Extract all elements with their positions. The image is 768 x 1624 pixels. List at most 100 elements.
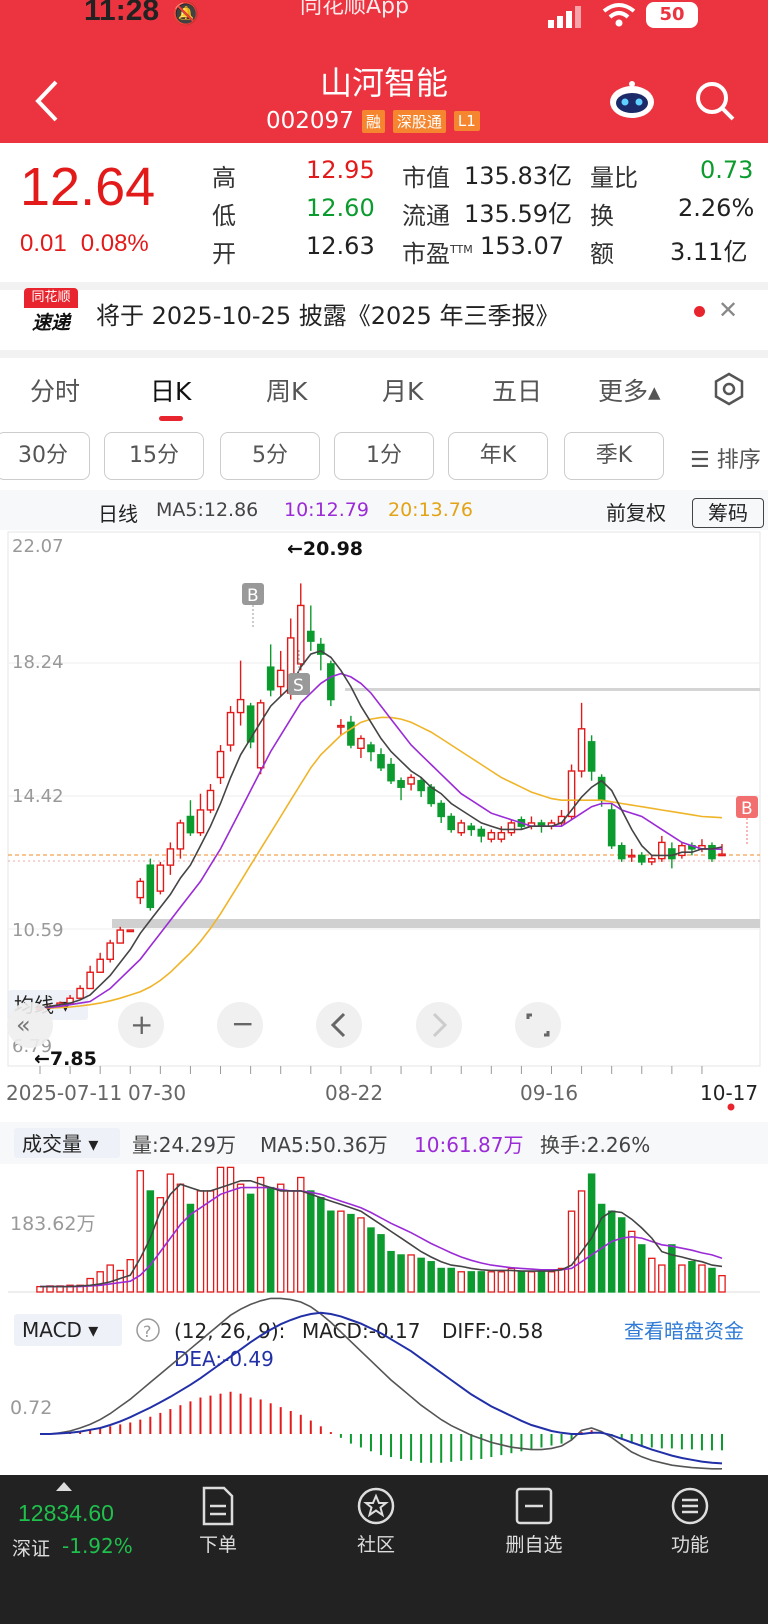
volume-bar-down [367,1227,375,1293]
volume-bar-up [106,1264,114,1293]
macd-selector[interactable]: MACD ▾ [22,1318,98,1342]
period-quarter-k[interactable]: 季K [564,432,664,480]
next-button[interactable] [416,1002,462,1048]
candle-down [186,815,195,834]
settings-hexagon-icon[interactable] [712,372,746,406]
pe-label-text: 市盈 [402,240,450,268]
tab-monthly-k[interactable]: 月K [382,372,423,408]
index-value[interactable]: 12834.60 [18,1500,114,1527]
robot-assistant-icon[interactable] [608,80,656,120]
prev-button[interactable] [316,1002,362,1048]
period-year-k[interactable]: 年K [448,432,548,480]
volume-bar-down [397,1254,405,1293]
active-tab-indicator [159,416,183,421]
volume-selector[interactable]: 成交量 ▾ [22,1132,98,1156]
candle-down [467,825,476,831]
float-value: 135.59亿 [464,200,572,228]
candle-up [658,841,666,860]
period-30min[interactable]: 30分 [0,432,90,480]
support-band [112,919,760,928]
volume-bar-down [327,1210,335,1293]
nav-functions[interactable]: 功能 [645,1530,735,1557]
volume-bar-up [236,1183,245,1293]
community-icon[interactable] [356,1486,396,1526]
volume-bar-up [567,1210,576,1293]
tab-daily-k[interactable]: 日K [150,372,191,408]
volume-bar-up [507,1267,516,1293]
period-5min[interactable]: 5分 [220,432,320,480]
help-icon-glyph: ? [143,1322,152,1341]
volume-bar-up [577,1190,586,1293]
candle-down [607,809,616,847]
volume-bar-down [668,1244,676,1293]
open-value: 12.63 [306,232,375,260]
search-icon[interactable] [694,80,736,122]
low-value: 12.60 [306,194,375,222]
dark-pool-link[interactable]: 查看暗盘资金 [624,1319,744,1343]
candle-up [256,702,265,769]
x-label-3: 08-22 [325,1081,383,1105]
volume-bar-up [256,1176,265,1293]
volume-ma5: MA5:50.36万 [260,1133,388,1157]
menu-icon[interactable] [670,1486,710,1526]
pe-value: 153.07 [480,232,564,260]
volume-bar-up [36,1285,44,1293]
expand-up-icon[interactable] [56,1482,72,1491]
candle-down [347,721,355,746]
tab-weekly-k[interactable]: 周K [266,372,307,408]
sort-button[interactable]: ☰ 排序 [690,442,761,474]
candle-up [457,822,466,834]
close-icon[interactable]: ✕ [718,296,738,324]
volume-bar-down [347,1213,355,1293]
candle-up [196,809,205,834]
volume-value: 量:24.29万 [132,1133,236,1157]
nav-community[interactable]: 社区 [331,1530,421,1557]
tab-intraday[interactable]: 分时 [30,372,80,408]
candle-down [397,780,405,788]
ma10-value: 10:12.79 [284,499,369,521]
candle-up [627,854,636,858]
fullscreen-button[interactable] [515,1002,561,1048]
double-chevron-left-icon: « [16,1011,31,1039]
notice-text[interactable]: 将于 2025-10-25 披露《2025 年三季报》 [96,296,559,331]
volume-bar-up [407,1254,415,1293]
volume-bar-up [116,1269,124,1293]
candle-up [276,669,285,688]
volume-bar-down [607,1210,616,1293]
svg-text:B: B [741,799,753,819]
y-label-3: 14.42 [12,786,64,807]
tab-more[interactable]: 更多▴ [598,372,661,408]
nav-order[interactable]: 下单 [173,1530,263,1557]
volume-bar-down [317,1197,325,1293]
stock-charts[interactable]: 22.07 18.24 14.42 10.59 6.79 ←20.98 ←7.8… [0,530,768,1475]
candle-up [357,737,365,749]
remove-watchlist-icon[interactable] [514,1486,554,1526]
volume-bar-down [377,1234,385,1293]
adjust-mode[interactable]: 前复权 [606,497,666,526]
candle-up [206,789,215,811]
period-15min[interactable]: 15分 [104,432,204,480]
candle-up [96,958,104,973]
volume-y-label: 183.62万 [10,1213,95,1235]
diff-value: DIFF:-0.58 [442,1319,543,1343]
volume-bar-up [487,1271,496,1293]
nav-remove-watchlist[interactable]: 删自选 [489,1530,579,1557]
pe-label: 市盈TTM [402,234,473,269]
volume-bar-down [387,1250,395,1293]
volume-bar-up [547,1271,556,1293]
amount-value: 3.11亿 [670,238,748,266]
low-marker: ←7.85 [34,1048,97,1070]
volume-bar-up [658,1264,666,1293]
order-icon[interactable] [200,1486,236,1526]
chips-button[interactable]: 筹码 [692,498,764,528]
last-price: 12.64 [20,157,156,217]
volume-bar-up [497,1271,506,1293]
volume-turnover: 换手:2.26% [540,1133,650,1157]
volume-bar-down [467,1271,476,1293]
bell-muted-icon: 🔕 [172,2,200,27]
tab-five-day[interactable]: 五日 [492,372,542,408]
volume-bar-down [537,1271,546,1293]
volume-bar-down [427,1261,435,1293]
period-1min[interactable]: 1分 [334,432,434,480]
change-percent: 0.08% [80,230,149,257]
